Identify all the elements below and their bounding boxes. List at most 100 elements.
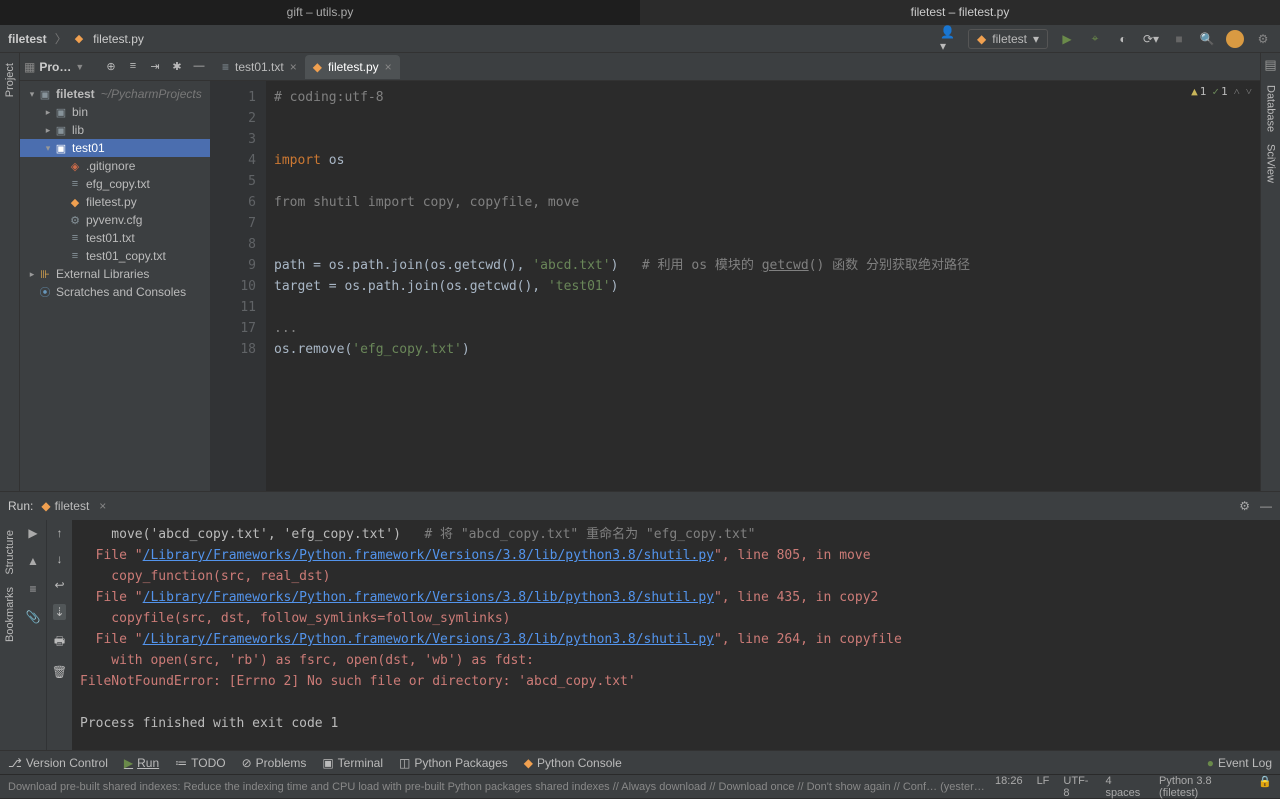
soft-wrap-icon[interactable]: ↩	[54, 578, 64, 592]
next-highlight-icon[interactable]: ˅	[1246, 85, 1252, 98]
user-menu-icon[interactable]: 👤▾	[940, 30, 958, 48]
tree-item-filetest[interactable]: ◆filetest.py	[20, 193, 210, 211]
run-button[interactable]: ▶	[1058, 30, 1076, 48]
debug-button[interactable]: ⌖	[1086, 30, 1104, 48]
version-control-tab[interactable]: ⎇Version Control	[8, 756, 108, 770]
database-tool-tab[interactable]: Database	[1263, 81, 1279, 136]
tree-item-gitignore[interactable]: ◈.gitignore	[20, 157, 210, 175]
event-log-tab[interactable]: ●Event Log	[1207, 756, 1272, 770]
stop-button[interactable]: ■	[1170, 30, 1188, 48]
expand-arrow-icon[interactable]: ▸	[42, 107, 54, 118]
hide-icon[interactable]: —	[1260, 499, 1272, 513]
pin-button[interactable]: 📎	[25, 610, 41, 626]
library-icon: ⊪	[38, 268, 52, 281]
problems-tab[interactable]: ⊘Problems	[242, 756, 307, 770]
traceback-link[interactable]: /Library/Frameworks/Python.framework/Ver…	[143, 590, 714, 605]
python-console-tab[interactable]: ◆Python Console	[524, 756, 622, 770]
structure-tool-tab[interactable]: Structure	[2, 526, 18, 579]
todo-tab[interactable]: ≔TODO	[175, 756, 225, 770]
coverage-button[interactable]: ◐	[1114, 30, 1132, 48]
text-file-icon: ≡	[222, 60, 229, 74]
tree-item-lib[interactable]: ▸▣lib	[20, 121, 210, 139]
text-file-icon: ≡	[68, 232, 82, 244]
terminal-tab[interactable]: ▣Terminal	[322, 756, 383, 770]
tab-test01[interactable]: ≡test01.txt×	[214, 55, 305, 79]
breadcrumb-file[interactable]: filetest.py	[93, 32, 144, 46]
expand-arrow-icon[interactable]: ▾	[26, 89, 38, 100]
scroll-end-icon[interactable]: ⇣	[53, 604, 65, 620]
search-everywhere-icon[interactable]: 🔍	[1198, 30, 1216, 48]
select-opened-file-icon[interactable]: ⊕	[104, 60, 118, 73]
status-encoding[interactable]: UTF-8	[1063, 775, 1091, 799]
todo-icon: ≔	[175, 756, 187, 770]
run-tool-window: Run: ◆filetest× ⚙ — Structure Bookmarks …	[0, 491, 1280, 750]
project-tool-tab[interactable]: Project	[2, 59, 18, 101]
down-button[interactable]: ↓	[57, 552, 63, 566]
tree-item-efgcopy[interactable]: ≡efg_copy.txt	[20, 175, 210, 193]
profile-button[interactable]: ⟳▾	[1142, 30, 1160, 48]
status-indent[interactable]: 4 spaces	[1105, 775, 1145, 799]
tree-item-test01[interactable]: ▾▣test01	[20, 139, 210, 157]
run-tab[interactable]: ▶Run	[124, 756, 159, 770]
branch-icon: ⎇	[8, 756, 22, 770]
clear-icon[interactable]: 🗑	[52, 665, 67, 679]
status-message[interactable]: Download pre-built shared indexes: Reduc…	[8, 781, 985, 793]
close-tab-icon[interactable]: ×	[99, 499, 106, 513]
settings-icon[interactable]: ✱	[170, 60, 184, 73]
tree-item-test01txt[interactable]: ≡test01.txt	[20, 229, 210, 247]
prev-highlight-icon[interactable]: ˄	[1234, 85, 1240, 98]
print-icon[interactable]: 🖶	[54, 632, 65, 653]
code-editor[interactable]: 12345678910111718 # coding:utf-8 import …	[210, 81, 1260, 491]
breadcrumb: filetest 〉 ◆ filetest.py 👤▾ ◆ filetest ▾…	[0, 25, 1280, 53]
tree-root[interactable]: ▾ ▣ filetest ~/PycharmProjects	[20, 85, 210, 103]
notifications-icon[interactable]: ▤	[1264, 57, 1276, 73]
up-button[interactable]: ↑	[57, 526, 63, 540]
sciview-tool-tab[interactable]: SciView	[1263, 140, 1279, 187]
folder-icon: ▣	[54, 142, 68, 155]
breadcrumb-root[interactable]: filetest	[8, 32, 47, 46]
tree-item-test01copy[interactable]: ≡test01_copy.txt	[20, 247, 210, 265]
inspection-widget[interactable]: ▲1 ✓1 ˄ ˅	[1191, 85, 1252, 98]
stop-button[interactable]: ▲	[25, 554, 41, 570]
line-gutter: 12345678910111718	[210, 81, 266, 491]
collapse-all-icon[interactable]: ⇥	[148, 60, 162, 73]
lock-icon[interactable]: 🔒	[1258, 775, 1272, 799]
status-lf[interactable]: LF	[1037, 775, 1050, 799]
tree-scratches[interactable]: ⦿Scratches and Consoles	[20, 283, 210, 301]
sidebar-title[interactable]: Pro…	[39, 60, 71, 74]
python-icon: ◆	[41, 499, 50, 513]
rerun-button[interactable]: ▶	[25, 526, 41, 542]
bookmarks-tool-tab[interactable]: Bookmarks	[2, 583, 18, 646]
tab-filetest[interactable]: ◆filetest.py×	[305, 55, 400, 79]
expand-arrow-icon[interactable]: ▸	[42, 125, 54, 136]
tree-root-path: ~/PycharmProjects	[101, 87, 202, 101]
tree-item-pyvenv[interactable]: ⚙pyvenv.cfg	[20, 211, 210, 229]
close-icon[interactable]: ×	[385, 60, 392, 74]
tree-root-name: filetest	[56, 87, 95, 101]
problems-icon: ⊘	[242, 756, 252, 770]
expand-arrow-icon[interactable]: ▸	[26, 269, 38, 280]
close-icon[interactable]: ×	[290, 60, 297, 74]
settings-icon[interactable]: ⚙	[1254, 30, 1272, 48]
hide-icon[interactable]: —	[192, 60, 206, 73]
python-packages-tab[interactable]: ◫Python Packages	[399, 756, 508, 770]
traceback-link[interactable]: /Library/Frameworks/Python.framework/Ver…	[143, 548, 714, 563]
tree-item-bin[interactable]: ▸▣bin	[20, 103, 210, 121]
settings-icon[interactable]: ⚙	[1239, 499, 1250, 513]
code-content[interactable]: # coding:utf-8 import os from shutil imp…	[266, 81, 1260, 491]
console-output[interactable]: move('abcd_copy.txt', 'efg_copy.txt') # …	[72, 520, 1280, 750]
expand-arrow-icon[interactable]: ▾	[42, 143, 54, 154]
status-interpreter[interactable]: Python 3.8 (filetest)	[1159, 775, 1244, 799]
tree-external[interactable]: ▸⊪External Libraries	[20, 265, 210, 283]
layout-button[interactable]: ≡	[25, 582, 41, 598]
breadcrumb-sep: 〉	[55, 30, 67, 47]
folder-icon: ▣	[38, 88, 52, 101]
expand-all-icon[interactable]: ≡	[126, 60, 140, 73]
avatar[interactable]	[1226, 30, 1244, 48]
run-config-selector[interactable]: ◆ filetest ▾	[968, 29, 1048, 49]
git-file-icon: ◈	[68, 160, 82, 173]
run-config-label[interactable]: ◆filetest×	[41, 499, 106, 513]
traceback-link[interactable]: /Library/Frameworks/Python.framework/Ver…	[143, 632, 714, 647]
run-title: Run:	[8, 499, 33, 513]
folder-icon: ▣	[54, 124, 68, 137]
